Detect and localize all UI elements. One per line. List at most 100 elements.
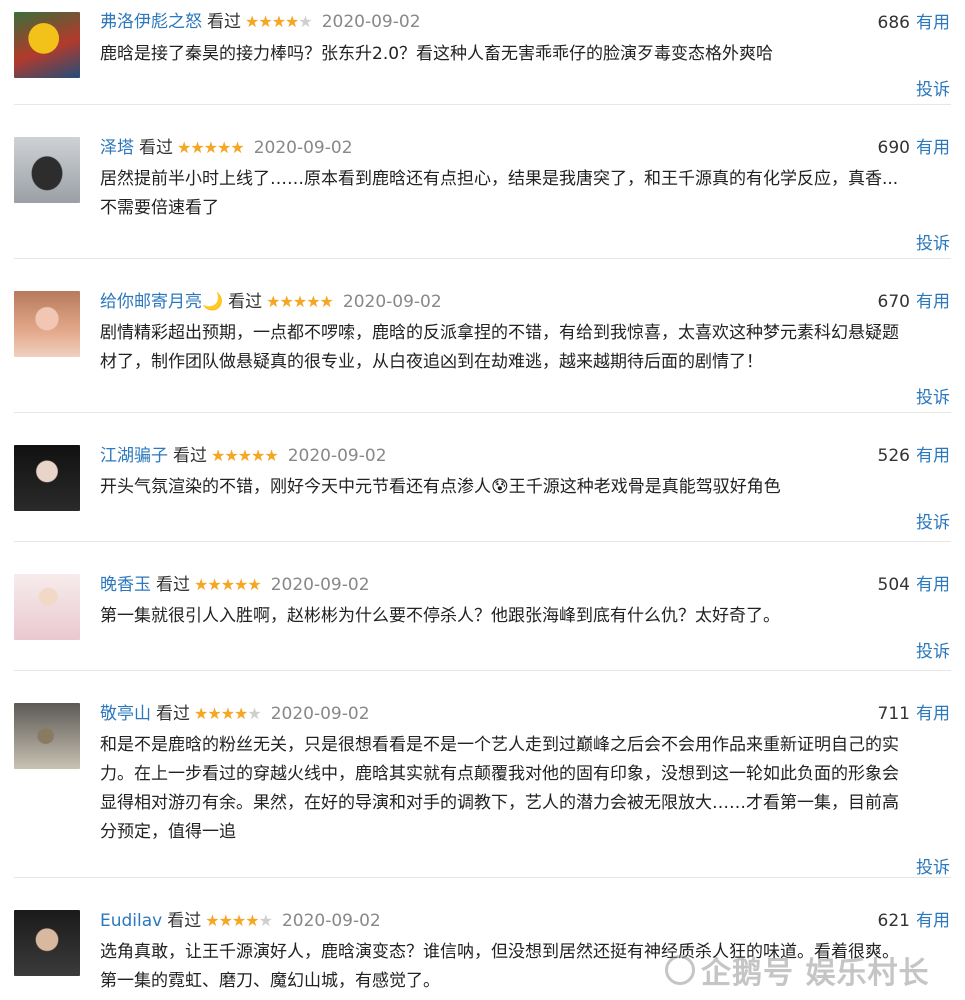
username-link[interactable]: 敬亭山 [100,704,151,724]
star-filled-icon: ★ [220,704,235,723]
watermark-text: 企鹅号 娱乐村长 [701,956,930,991]
rating-stars: ★★★★★ [211,446,279,465]
watched-status: 看过 [156,575,190,595]
report-link[interactable]: 投诉 [916,383,950,408]
comment-text: 开头气氛渲染的不错，刚好今天中元节看还有点渗人😰王千源这种老戏骨是真能驾驭好角色 [100,473,952,502]
vote-count: 690 [877,138,910,158]
comment-date: 2020-09-02 [270,704,370,724]
username-link[interactable]: Eudilav [100,911,162,931]
star-filled-icon: ★ [319,292,334,311]
report-link[interactable]: 投诉 [916,75,950,100]
star-filled-icon: ★ [285,12,299,31]
comment-text: 鹿晗是接了秦昊的接力棒吗？张东升2.0？看这种人畜无害乖乖仔的脸演歹毒变态格外爽… [100,40,952,69]
comment-date: 2020-09-02 [342,292,442,312]
star-filled-icon: ★ [231,911,246,930]
vote-count: 711 [877,704,910,724]
comment-line: 材了，制作团队做悬疑真的很专业，从白夜追凶到在劫难逃，越来越期待后面的剧情了！ [100,352,763,372]
comment-line: 分预定，值得一追 [100,822,236,842]
star-filled-icon: ★ [211,446,225,465]
comment-meta: 晚香玉 看过 ★★★★★ 2020-09-02 [100,575,370,595]
vote-count: 526 [877,446,910,466]
comment-date: 2020-09-02 [253,138,353,158]
girl-portrait-avatar[interactable] [14,291,80,357]
star-filled-icon: ★ [264,446,278,465]
comment-line: 力。在上一步看过的穿越火线中，鹿晗其实就有点颠覆我对他的固有印象，没想到这一轮如… [100,764,899,784]
report-link[interactable]: 投诉 [916,508,950,533]
star-filled-icon: ★ [251,446,265,465]
star-filled-icon: ★ [234,704,248,723]
comment-date: 2020-09-02 [321,12,421,32]
boy-photo-avatar[interactable] [14,910,80,976]
star-filled-icon: ★ [271,12,286,31]
comment-text: 剧情精彩超出预期，一点都不啰嗦，鹿晗的反派拿捏的不错，有给到我惊喜，太喜欢这种梦… [100,319,952,377]
watermark: 企鹅号 娱乐村长 [665,948,930,991]
star-filled-icon: ★ [194,704,208,723]
yellow-cartoon-avatar[interactable] [14,12,80,78]
blonde-woman-avatar[interactable] [14,574,80,640]
useful-button[interactable]: 有用 [916,292,950,312]
comment-meta: 弗洛伊彪之怒 看过 ★★★★★ 2020-09-02 [100,12,421,32]
vote-area: 526 有用 [878,446,950,466]
vote-count: 686 [877,13,910,33]
comment-line: 鹿晗是接了秦昊的接力棒吗？张东升2.0？看这种人畜无害乖乖仔的脸演歹毒变态格外爽… [100,44,774,64]
star-empty-icon: ★ [247,704,261,723]
report-link[interactable]: 投诉 [916,637,950,662]
useful-button[interactable]: 有用 [916,704,950,724]
rating-stars: ★★★★★ [266,292,334,311]
comment-text: 居然提前半小时上线了……原本看到鹿晗还有点担心，结果是我唐突了，和王千源真的有化… [100,165,952,223]
watched-status: 看过 [139,138,173,158]
star-filled-icon: ★ [237,446,252,465]
vote-area: 690 有用 [878,138,950,158]
watched-status: 看过 [228,292,263,312]
rating-stars: ★★★★★ [205,911,273,930]
comment-line: 剧情精彩超出预期，一点都不啰嗦，鹿晗的反派拿捏的不错，有给到我惊喜，太喜欢这种梦… [100,323,899,343]
vote-area: 670 有用 [878,292,950,312]
divider [14,541,951,542]
gray-cat-avatar[interactable] [14,137,80,203]
rating-stars: ★★★★★ [194,704,262,723]
dark-portrait-avatar[interactable] [14,445,80,511]
username-link[interactable]: 江湖骗子 [100,446,168,466]
comment-line: 第一集就很引人入胜啊，赵彬彬为什么要不停杀人？他跟张海峰到底有什么仇？太好奇了。 [100,606,780,626]
vote-count: 504 [877,575,910,595]
star-filled-icon: ★ [292,292,307,311]
star-filled-icon: ★ [194,575,208,594]
statue-avatar[interactable] [14,703,80,769]
vote-area: 711 有用 [878,704,950,724]
useful-button[interactable]: 有用 [916,911,950,931]
username-link[interactable]: 弗洛伊彪之怒 [100,12,202,32]
star-filled-icon: ★ [177,138,191,157]
useful-button[interactable]: 有用 [916,575,950,595]
report-link[interactable]: 投诉 [916,229,950,254]
vote-area: 621 有用 [878,911,950,931]
username-link[interactable]: 晚香玉 [100,575,151,595]
comment-text: 第一集就很引人入胜啊，赵彬彬为什么要不停杀人？他跟张海峰到底有什么仇？太好奇了。 [100,602,952,631]
rating-stars: ★★★★★ [177,138,245,157]
report-link[interactable]: 投诉 [916,853,950,878]
watched-status: 看过 [156,704,190,724]
username-link[interactable]: 泽塔 [100,138,134,158]
comment-meta: 给你邮寄月亮🌙 看过 ★★★★★ 2020-09-02 [100,292,442,312]
divider [14,258,951,259]
username-link[interactable]: 给你邮寄月亮🌙 [100,292,223,312]
star-filled-icon: ★ [207,704,221,723]
star-empty-icon: ★ [298,12,312,31]
star-filled-icon: ★ [266,292,280,311]
comment-date: 2020-09-02 [281,911,381,931]
penguin-logo-icon [665,955,695,985]
star-filled-icon: ★ [220,575,235,594]
star-filled-icon: ★ [279,292,294,311]
star-filled-icon: ★ [245,12,259,31]
star-filled-icon: ★ [217,138,231,157]
star-filled-icon: ★ [205,911,219,930]
star-filled-icon: ★ [224,446,238,465]
useful-button[interactable]: 有用 [916,13,950,33]
useful-button[interactable]: 有用 [916,446,950,466]
vote-count: 621 [877,911,910,931]
star-filled-icon: ★ [218,911,233,930]
useful-button[interactable]: 有用 [916,138,950,158]
star-filled-icon: ★ [207,575,221,594]
rating-stars: ★★★★★ [245,12,313,31]
star-filled-icon: ★ [230,138,244,157]
comment-meta: 敬亭山 看过 ★★★★★ 2020-09-02 [100,704,370,724]
